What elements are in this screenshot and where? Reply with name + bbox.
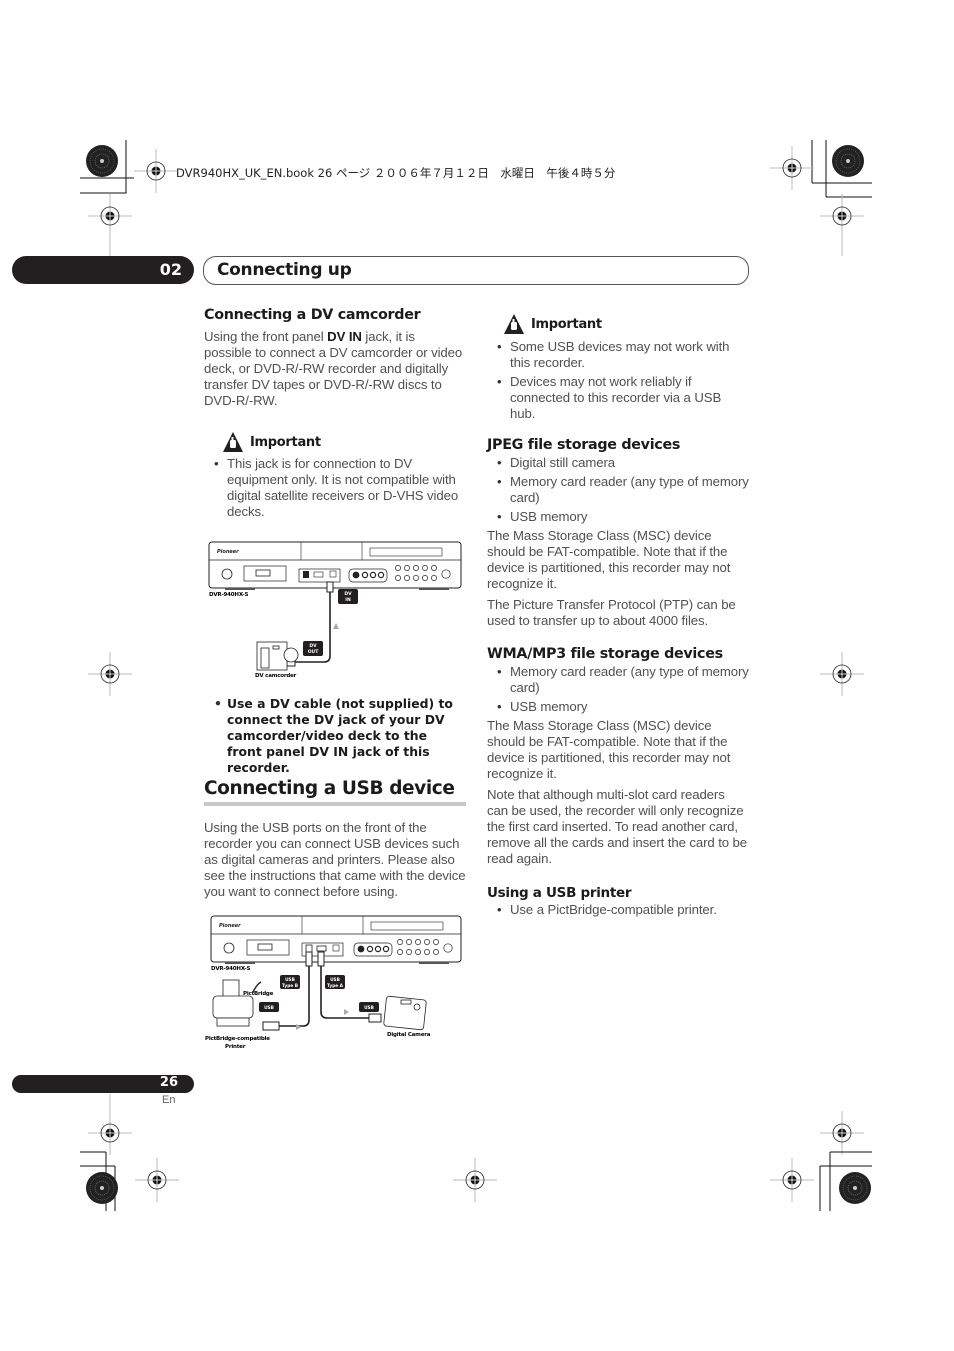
dv-in-label-box: DV IN: [338, 589, 358, 604]
starburst-mark-top-right: [831, 144, 865, 178]
usb-label-box-left: USB: [259, 1002, 279, 1012]
dv-in-jack-name: DV IN: [327, 329, 362, 344]
dv-intro-paragraph: Using the front panel DV IN jack, it is …: [204, 329, 466, 409]
usb-type-b-label-box: USB Type B: [280, 975, 300, 989]
signal-direction-arrow: [333, 623, 339, 629]
usb-connection-diagram: Pioneer DVR-940HX-S USB Type B USB Type …: [205, 915, 462, 1050]
dv-connection-diagram: Pioneer DVR-940HX-S DV IN DV OUT DV camc…: [208, 541, 462, 679]
paragraph: The Mass Storage Class (MSC) device shou…: [487, 718, 731, 781]
chapter-number: 02: [159, 260, 182, 279]
chapter-title: Connecting up: [217, 260, 352, 280]
list-item: Use a DV cable (not supplied) to connect…: [204, 696, 466, 776]
page-number: 26: [159, 1075, 178, 1090]
printer-illustration: [212, 979, 254, 1027]
usb-type-b-label-line: USB: [285, 977, 295, 983]
camera-label: Digital Camera: [387, 1032, 431, 1038]
print-registration-marks: [80, 140, 872, 1211]
crosshair-mark: [819, 651, 865, 697]
jpeg-device-list: Digital still camera Memory card reader …: [487, 455, 749, 525]
starburst-mark-top-left: [85, 144, 119, 178]
usb-type-a-label-line: Type A: [327, 983, 344, 989]
list-item: USB memory: [487, 509, 749, 525]
starburst-mark-bottom-right: [838, 1171, 872, 1205]
paragraph: The Mass Storage Class (MSC) device shou…: [487, 528, 731, 591]
left-column: Connecting a DV camcorder Using the fron…: [204, 307, 466, 523]
recorder-front-panel: Pioneer: [210, 915, 462, 964]
usb-type-a-label-box: USB Type A: [325, 975, 345, 989]
section-heading-wma-mp3: WMA/MP3 file storage devices: [487, 646, 723, 662]
list-item: This jack is for connection to DV equipm…: [204, 456, 466, 520]
section-heading-jpeg: JPEG file storage devices: [487, 437, 681, 453]
signal-direction-arrow: [296, 1024, 301, 1030]
crosshair-mark: [87, 651, 133, 697]
list-item: Memory card reader (any type of memory c…: [487, 664, 749, 696]
wma-device-list: Memory card reader (any type of memory c…: [487, 664, 749, 715]
usb-type-b-label-line: Type B: [282, 983, 298, 989]
starburst-mark-bottom-left: [85, 1171, 119, 1205]
dv-out-label-box: DV OUT: [303, 641, 323, 656]
list-item: USB memory: [487, 699, 749, 715]
dv-in-label-line: IN: [345, 597, 351, 603]
dv-instruction: Use a DV cable (not supplied) to connect…: [204, 696, 466, 779]
dv-out-label-line: OUT: [308, 649, 319, 655]
recorder-front-panel: Pioneer: [208, 541, 462, 590]
crosshair-mark: [769, 1157, 815, 1203]
intro-text: Using the front panel: [204, 329, 328, 344]
usb-label-box-right: USB: [359, 1002, 379, 1012]
crosshair-mark: [87, 193, 133, 239]
crosshair-mark: [134, 1157, 180, 1203]
page-number-tab: 26: [12, 1075, 194, 1093]
model-label: DVR-940HX-S: [211, 966, 250, 972]
print-slug-line: DVR940HX_UK_EN.book 26 ページ ２００６年７月１２日 水曜…: [176, 166, 616, 180]
crosshair-mark: [133, 148, 179, 194]
crosshair-mark: [87, 1110, 133, 1156]
model-label: DVR-940HX-S: [209, 592, 248, 598]
list-item: Memory card reader (any type of memory c…: [487, 474, 749, 506]
list-item: Digital still camera: [487, 455, 749, 471]
important-list-dv: This jack is for connection to DV equipm…: [204, 456, 466, 520]
svg-text:Pioneer: Pioneer: [217, 549, 239, 555]
crosshair-mark: [769, 145, 815, 191]
section-heading-dv: Connecting a DV camcorder: [204, 307, 421, 323]
dv-in-label-line: DV: [344, 591, 352, 597]
usb-intro-paragraph: Using the USB ports on the front of the …: [204, 820, 466, 899]
printer-label-line: Printer: [225, 1044, 246, 1050]
warning-hand-icon: [504, 314, 524, 334]
chapter-title-bar: Connecting up: [203, 256, 749, 285]
instruction-list: Use a DV cable (not supplied) to connect…: [204, 696, 466, 776]
important-list-usb: Some USB devices may not work with this …: [487, 339, 749, 422]
usb-label-text: USB: [264, 1005, 274, 1011]
crosshair-mark: [819, 193, 865, 239]
list-item: Use a PictBridge-compatible printer.: [487, 902, 749, 918]
printer-list: Use a PictBridge-compatible printer.: [487, 902, 749, 918]
heading-underline-rule: [204, 802, 466, 806]
list-item: Some USB devices may not work with this …: [487, 339, 749, 371]
list-item: Devices may not work reliably if connect…: [487, 374, 749, 422]
section-heading-usb: Connecting a USB device: [204, 778, 455, 799]
digital-camera-illustration: [383, 995, 427, 1031]
chapter-number-tab: 02: [12, 256, 194, 284]
warning-hand-icon: [223, 432, 243, 452]
usb-type-a-label-line: USB: [330, 977, 340, 983]
camcorder-label: DV camcorder: [255, 673, 297, 679]
printer-label-line: PictBridge-compatible: [205, 1036, 270, 1042]
usb-label-text: USB: [364, 1005, 374, 1011]
important-label: Important: [531, 316, 602, 332]
signal-direction-arrow: [344, 1009, 349, 1015]
dv-out-label-line: DV: [309, 643, 317, 649]
pictbridge-label: PictBridge: [243, 991, 274, 997]
important-label: Important: [250, 434, 321, 450]
paragraph: The Picture Transfer Protocol (PTP) can …: [487, 597, 736, 628]
crosshair-mark: [452, 1157, 498, 1203]
important-callout-usb: Important: [503, 313, 749, 335]
svg-text:Pioneer: Pioneer: [219, 923, 241, 929]
right-column: Important Some USB devices may not work …: [487, 313, 749, 921]
section-heading-usb-printer: Using a USB printer: [487, 885, 632, 901]
important-callout-dv: Important: [222, 431, 466, 453]
page-language: En: [162, 1094, 176, 1106]
crosshair-mark: [819, 1110, 865, 1156]
paragraph: Note that although multi-slot card reade…: [487, 787, 748, 866]
